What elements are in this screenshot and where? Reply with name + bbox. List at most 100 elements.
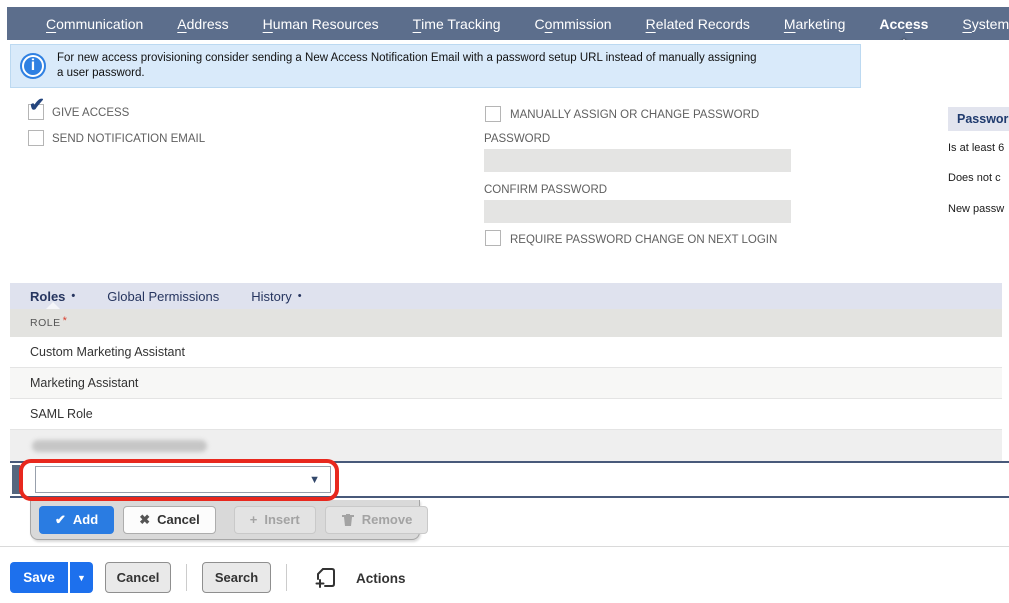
password-criteria-title: Passwor [948, 107, 1009, 131]
subtab-label: Global Permissions [107, 289, 219, 304]
password-criteria-line: Is at least 6 [948, 142, 1004, 154]
required-marker: * [63, 315, 68, 327]
tab-accesskey: e [905, 16, 913, 32]
tab-accesskey: R [646, 16, 656, 32]
role-edit-row: ▼ [10, 461, 1009, 498]
confirm-password-label: CONFIRM PASSWORD [484, 184, 607, 196]
role-cell: Marketing Assistant [30, 376, 138, 390]
confirm-password-field[interactable] [484, 200, 791, 223]
tab-label: C [535, 16, 545, 32]
send-notification-label: SEND NOTIFICATION EMAIL [52, 133, 205, 145]
remove-button[interactable]: Remove [325, 506, 429, 534]
password-label: PASSWORD [484, 133, 550, 145]
tab-accesskey: A [177, 16, 186, 32]
remove-button-label: Remove [362, 512, 413, 527]
nav-tab-address[interactable]: Address [160, 7, 245, 40]
tab-accesskey: C [46, 16, 56, 32]
role-cell: Custom Marketing Assistant [30, 345, 185, 359]
content-dot: • [298, 290, 302, 302]
active-tab-caret [896, 39, 912, 40]
actions-document-plus-icon [314, 566, 338, 590]
subtab-roles[interactable]: Roles• [30, 283, 75, 309]
cancel-edit-label: Cancel [157, 512, 200, 527]
table-row-redacted[interactable] [10, 430, 1002, 461]
table-row[interactable]: Marketing Assistant [10, 368, 1002, 399]
require-password-change-label: REQUIRE PASSWORD CHANGE ON NEXT LOGIN [510, 234, 777, 246]
tab-label: ime Tracking [421, 16, 500, 32]
current-line-marker [12, 465, 20, 494]
close-icon: ✖ [139, 512, 150, 528]
footer-divider [186, 564, 187, 591]
sublist-tab-bar: Roles• Global Permissions History • [10, 283, 1002, 309]
chevron-down-icon: ▼ [77, 573, 86, 583]
search-button[interactable]: Search [202, 562, 271, 593]
active-subtab-caret [46, 302, 60, 309]
tab-label: ommunication [56, 16, 143, 32]
cancel-edit-button[interactable]: ✖ Cancel [123, 506, 216, 534]
insert-button-label: Insert [264, 512, 299, 527]
plus-icon: + [250, 512, 258, 527]
tab-label: Acc [879, 16, 905, 32]
actions-button[interactable] [314, 566, 338, 595]
give-access-label: GIVE ACCESS [52, 107, 129, 119]
tab-accesskey: S [962, 16, 971, 32]
nav-tab-access[interactable]: Access [862, 7, 945, 40]
manually-assign-checkbox[interactable] [485, 106, 501, 122]
password-criteria-line: Does not c [948, 172, 1001, 184]
table-row[interactable]: SAML Role [10, 399, 1002, 430]
nav-tab-related-records[interactable]: Related Records [629, 7, 767, 40]
role-cell: SAML Role [30, 407, 93, 421]
password-field[interactable] [484, 149, 791, 172]
password-criteria-line: New passw [948, 203, 1004, 215]
nav-tab-communication[interactable]: Communication [29, 7, 160, 40]
subtab-label: History [251, 289, 291, 304]
give-access-checkbox[interactable]: ✔ [28, 104, 44, 120]
subtab-history[interactable]: History • [251, 283, 301, 309]
tab-label: uman Resources [273, 16, 379, 32]
column-header-label: ROLE [30, 317, 61, 329]
actions-label: Actions [356, 571, 406, 586]
save-button[interactable]: Save [10, 562, 68, 593]
sublist-toolbar: ✔ Add ✖ Cancel + Insert Remove [30, 500, 420, 540]
tab-label: ss [913, 16, 929, 32]
tab-accesskey: o [545, 16, 553, 32]
redacted-text [32, 440, 207, 452]
add-button[interactable]: ✔ Add [39, 506, 114, 534]
check-icon: ✔ [55, 512, 66, 528]
trash-icon [341, 512, 355, 527]
nav-tab-system[interactable]: System [945, 7, 1009, 40]
content-dot: • [71, 290, 75, 302]
tab-accesskey: M [784, 16, 796, 32]
tab-label: elated Records [656, 16, 750, 32]
save-menu-arrow[interactable]: ▼ [69, 562, 93, 593]
table-row[interactable]: Custom Marketing Assistant [10, 337, 1002, 368]
tab-label: arketing [796, 16, 846, 32]
tab-label: ystem [972, 16, 1009, 32]
info-banner: i For new access provisioning consider s… [10, 44, 861, 88]
nav-tab-human-resources[interactable]: Human Resources [246, 7, 396, 40]
footer-separator [0, 546, 1009, 547]
add-button-label: Add [73, 512, 98, 527]
footer-divider [286, 564, 287, 591]
tab-accesskey: T [413, 16, 422, 32]
insert-button[interactable]: + Insert [234, 506, 316, 534]
tab-label: mmission [552, 16, 611, 32]
info-icon: i [20, 53, 46, 79]
subtab-global-permissions[interactable]: Global Permissions [107, 283, 219, 309]
role-column-header: ROLE * [10, 309, 1002, 337]
tab-label: ddress [187, 16, 229, 32]
check-icon: ✔ [29, 96, 45, 115]
tab-accesskey: H [263, 16, 273, 32]
require-password-change-checkbox[interactable] [485, 230, 501, 246]
nav-tab-time-tracking[interactable]: Time Tracking [396, 7, 518, 40]
nav-tab-commission[interactable]: Commission [518, 7, 629, 40]
manually-assign-label: MANUALLY ASSIGN OR CHANGE PASSWORD [510, 109, 759, 121]
nav-tab-marketing[interactable]: Marketing [767, 7, 862, 40]
role-dropdown[interactable]: ▼ [35, 466, 331, 493]
save-button-label: Save [23, 570, 55, 585]
chevron-down-icon: ▼ [309, 474, 320, 486]
cancel-button[interactable]: Cancel [105, 562, 171, 593]
send-notification-checkbox[interactable] [28, 130, 44, 146]
cancel-button-label: Cancel [117, 570, 160, 585]
search-button-label: Search [215, 570, 258, 585]
